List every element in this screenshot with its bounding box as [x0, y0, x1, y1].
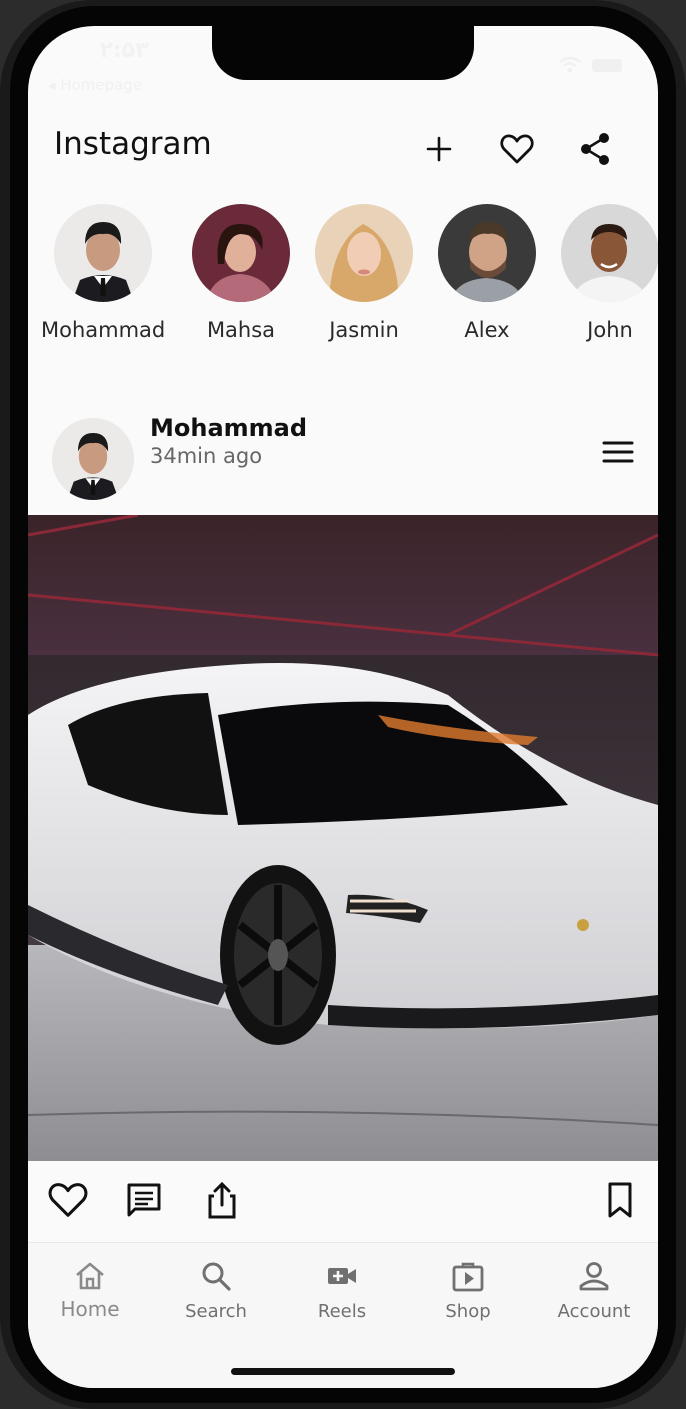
post-username[interactable]: Mohammad: [150, 414, 307, 442]
avatar: [315, 204, 413, 302]
heart-icon[interactable]: [48, 1180, 88, 1220]
video-icon: [328, 1268, 356, 1284]
nav-label: Search: [185, 1301, 247, 1322]
app-screen: ۲:۵۳ ◂ Homepage Instagram Mohammad Mahsa…: [28, 26, 658, 1388]
avatar: [561, 204, 658, 302]
story-alex[interactable]: Alex: [425, 204, 549, 342]
menu-icon[interactable]: [600, 434, 636, 470]
nav-search[interactable]: Search: [156, 1259, 276, 1322]
story-jasmin[interactable]: Jasmin: [302, 204, 426, 342]
avatar: [192, 204, 290, 302]
status-time: ۲:۵۳: [99, 38, 149, 63]
battery-icon: [592, 58, 622, 72]
post-actions: [28, 1176, 658, 1226]
share-icon[interactable]: [574, 128, 616, 170]
nav-shop[interactable]: Shop: [408, 1259, 528, 1322]
story-john[interactable]: John: [548, 204, 658, 342]
nav-label: Shop: [445, 1301, 491, 1322]
story-name: John: [587, 318, 633, 342]
nav-account[interactable]: Account: [534, 1259, 654, 1322]
shop-icon: [452, 1262, 484, 1292]
comment-icon[interactable]: [124, 1180, 164, 1220]
bottom-navigation: Home Search Reels Shop Account: [28, 1242, 658, 1388]
avatar: [438, 204, 536, 302]
nav-label: Home: [60, 1297, 120, 1321]
notch: [212, 26, 474, 80]
story-name: Mohammad: [41, 318, 166, 342]
person-icon: [579, 1262, 609, 1291]
share-upload-icon[interactable]: [202, 1180, 242, 1220]
story-mohammad[interactable]: Mohammad: [41, 204, 165, 342]
home-indicator[interactable]: [231, 1368, 455, 1375]
story-mahsa[interactable]: Mahsa: [179, 204, 303, 342]
stories-row: Mohammad Mahsa Jasmin Alex John: [28, 204, 658, 354]
header-actions: [418, 128, 616, 170]
plus-icon[interactable]: [418, 128, 460, 170]
nav-home[interactable]: Home: [30, 1259, 150, 1321]
story-name: Alex: [464, 318, 510, 342]
status-icons: [558, 56, 622, 74]
heart-icon[interactable]: [496, 128, 538, 170]
nav-label: Reels: [317, 1301, 367, 1322]
search-icon: [202, 1262, 231, 1291]
story-name: Mahsa: [206, 318, 276, 342]
wifi-icon: [559, 56, 581, 73]
story-name: Jasmin: [329, 318, 399, 342]
app-title: Instagram: [54, 126, 212, 162]
avatar: [54, 204, 152, 302]
back-to-app-link[interactable]: ◂ Homepage: [48, 76, 142, 94]
nav-reels[interactable]: Reels: [282, 1259, 402, 1322]
post-image[interactable]: [28, 515, 658, 1161]
home-icon: [76, 1262, 104, 1290]
post-time: 34min ago: [150, 444, 263, 468]
bookmark-icon[interactable]: [600, 1180, 640, 1220]
post-header: Mohammad 34min ago: [28, 414, 658, 514]
post-avatar[interactable]: [52, 418, 134, 500]
nav-label: Account: [557, 1301, 631, 1322]
